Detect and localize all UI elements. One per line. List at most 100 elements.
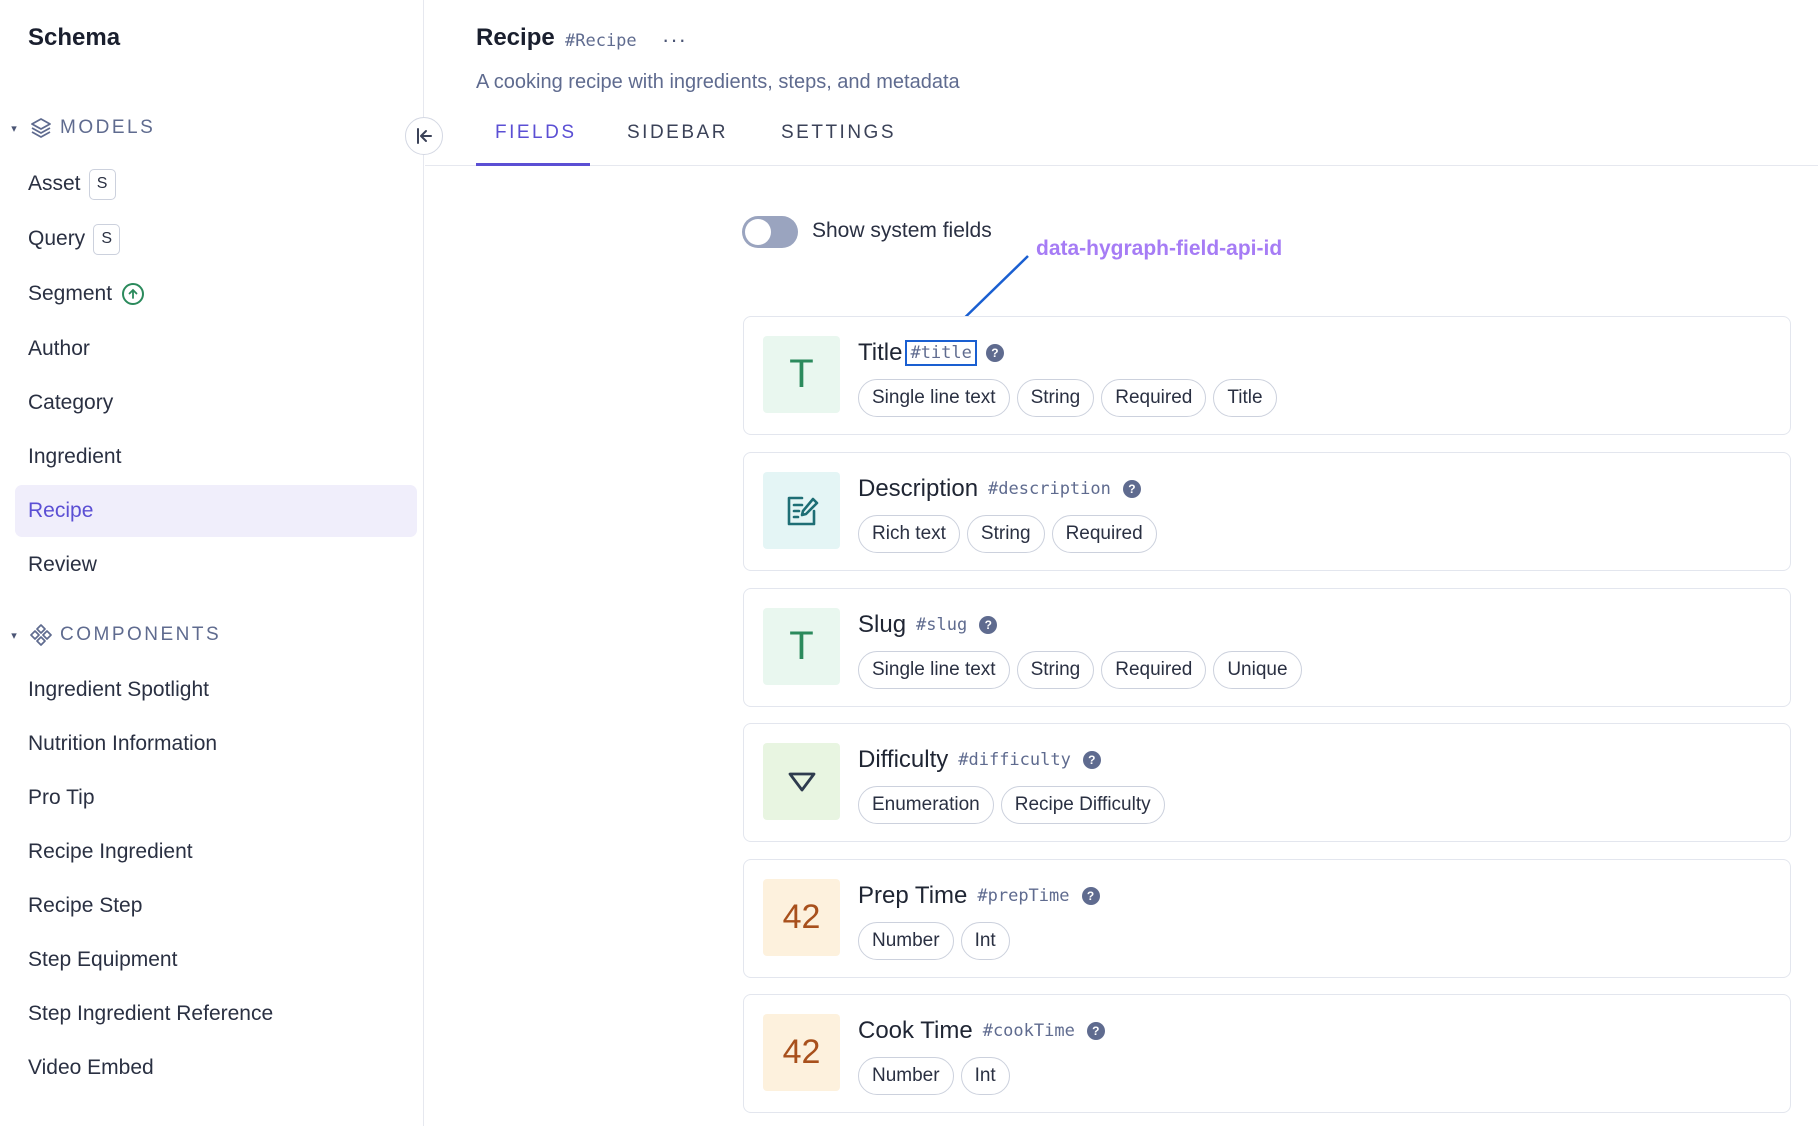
collapse-sidebar-button[interactable]: [405, 117, 443, 155]
field-card-cook-time[interactable]: 42 Cook Time #cookTime ? Number Int: [743, 994, 1791, 1113]
field-api-id: #prepTime: [977, 886, 1070, 906]
models-section-label: MODELS: [60, 117, 156, 138]
sidebar-item-label: Step Equipment: [28, 948, 178, 971]
help-icon[interactable]: ?: [1122, 480, 1141, 498]
annotation-label: data-hygraph-field-api-id: [1036, 237, 1283, 260]
help-icon[interactable]: ?: [979, 616, 998, 634]
field-type-chip: Unique: [1213, 651, 1302, 689]
field-api-id: #title: [905, 340, 977, 366]
sidebar-item-label: Nutrition Information: [28, 732, 218, 755]
field-name: Slug: [858, 611, 907, 638]
sidebar-item-label: Ingredient: [28, 445, 122, 468]
field-type-chip: String: [1016, 651, 1095, 689]
field-type-chip: Required: [1101, 379, 1207, 417]
field-type-chip: Number: [858, 922, 954, 960]
field-card-description[interactable]: Description #description ? Rich text Str…: [743, 452, 1791, 571]
sidebar-item-author[interactable]: Author: [15, 323, 417, 375]
sidebar-item-label: Category: [28, 391, 114, 414]
field-card-difficulty[interactable]: Difficulty #difficulty ? Enumeration Rec…: [743, 723, 1791, 842]
text-field-icon: T: [763, 608, 840, 685]
components-icon: [28, 622, 54, 648]
tab-label: SIDEBAR: [627, 122, 728, 143]
field-type-chip: Enumeration: [858, 786, 994, 824]
rich-text-icon: [763, 472, 840, 549]
page-title: Recipe: [476, 24, 555, 51]
layers-icon: [28, 115, 54, 141]
tab-fields[interactable]: FIELDS: [476, 122, 590, 166]
toggle-knob: [745, 219, 771, 245]
field-api-id: #slug: [916, 615, 968, 635]
number-field-icon: 42: [763, 1014, 840, 1091]
sidebar-item-recipe-ingredient[interactable]: Recipe Ingredient: [15, 826, 417, 878]
help-icon[interactable]: ?: [1081, 887, 1100, 905]
sidebar-item-recipe[interactable]: Recipe: [15, 485, 417, 537]
system-badge: S: [88, 168, 116, 200]
components-section-header[interactable]: ▾ COMPONENTS: [0, 620, 221, 650]
field-type-chip: Recipe Difficulty: [1000, 786, 1165, 824]
field-type-chip: Required: [1101, 651, 1207, 689]
more-options-icon[interactable]: ···: [662, 27, 687, 53]
field-name: Difficulty: [858, 746, 949, 773]
caret-down-icon: ▾: [11, 122, 17, 135]
number-field-icon: 42: [763, 879, 840, 956]
field-type-chip: Int: [960, 1057, 1010, 1095]
sidebar-item-label: Segment: [28, 282, 113, 305]
sidebar-item-review[interactable]: Review: [15, 539, 417, 591]
field-card-prep-time[interactable]: 42 Prep Time #prepTime ? Number Int: [743, 859, 1791, 978]
sidebar-item-nutrition-information[interactable]: Nutrition Information: [15, 718, 417, 770]
components-section-label: COMPONENTS: [60, 624, 222, 645]
field-type-chip: String: [966, 515, 1045, 553]
field-api-id: #description: [988, 479, 1111, 499]
sidebar-item-segment[interactable]: Segment: [15, 268, 417, 320]
field-api-id: #difficulty: [958, 750, 1071, 770]
help-icon[interactable]: ?: [1086, 1022, 1105, 1040]
sidebar-item-label: Pro Tip: [28, 786, 95, 809]
field-name: Title: [858, 339, 903, 366]
model-header: Recipe #Recipe ··· A cooking recipe with…: [425, 0, 1818, 166]
field-type-chip: Single line text: [858, 379, 1010, 417]
sidebar-item-recipe-step[interactable]: Recipe Step: [15, 880, 417, 932]
sidebar-item-label: Recipe: [28, 499, 94, 522]
sidebar-item-label: Step Ingredient Reference: [28, 1002, 274, 1025]
sidebar-item-category[interactable]: Category: [15, 377, 417, 429]
enumeration-icon: [763, 743, 840, 820]
field-card-slug[interactable]: T Slug #slug ? Single line text String R…: [743, 588, 1791, 707]
sidebar-item-query[interactable]: Query S: [15, 213, 417, 265]
tab-label: SETTINGS: [781, 122, 897, 143]
sidebar-item-ingredient[interactable]: Ingredient: [15, 431, 417, 483]
sidebar-title: Schema: [28, 24, 121, 51]
field-type-chip: Rich text: [858, 515, 960, 553]
tab-settings[interactable]: SETTINGS: [781, 122, 896, 166]
sidebar-item-label: Video Embed: [28, 1056, 154, 1079]
field-type-chip: Required: [1051, 515, 1157, 553]
field-card-title[interactable]: T Title #title ? Single line text String…: [743, 316, 1791, 435]
sidebar-item-video-embed[interactable]: Video Embed: [15, 1042, 417, 1094]
collapse-left-icon: [417, 128, 432, 144]
help-icon[interactable]: ?: [1082, 751, 1101, 769]
sidebar-item-label: Review: [28, 553, 97, 576]
sidebar-item-label: Recipe Ingredient: [28, 840, 193, 863]
sidebar-item-asset[interactable]: Asset S: [15, 158, 417, 210]
field-type-chip: Title: [1213, 379, 1277, 417]
show-system-fields-toggle[interactable]: [742, 216, 798, 248]
model-api-id: #Recipe: [565, 31, 637, 51]
field-type-chip: Single line text: [858, 651, 1010, 689]
show-system-fields-label: Show system fields: [812, 219, 992, 242]
help-icon[interactable]: ?: [985, 344, 1004, 362]
field-type-chip: Number: [858, 1057, 954, 1095]
models-section-header[interactable]: ▾ MODELS: [0, 113, 155, 143]
sidebar-item-ingredient-spotlight[interactable]: Ingredient Spotlight: [15, 664, 417, 716]
sidebar-item-label: Author: [28, 337, 90, 360]
sidebar-item-step-ingredient-reference[interactable]: Step Ingredient Reference: [15, 988, 417, 1040]
field-name: Description: [858, 475, 979, 502]
model-description: A cooking recipe with ingredients, steps…: [476, 71, 960, 93]
field-name: Cook Time: [858, 1017, 973, 1044]
sidebar-item-step-equipment[interactable]: Step Equipment: [15, 934, 417, 986]
sidebar-item-label: Recipe Step: [28, 894, 143, 917]
tab-sidebar[interactable]: SIDEBAR: [627, 122, 728, 166]
text-field-icon: T: [763, 336, 840, 413]
sidebar-item-pro-tip[interactable]: Pro Tip: [15, 772, 417, 824]
sidebar-item-label: Ingredient Spotlight: [28, 678, 209, 701]
sidebar-item-label: Query: [28, 227, 86, 250]
field-api-id: #cookTime: [982, 1021, 1075, 1041]
